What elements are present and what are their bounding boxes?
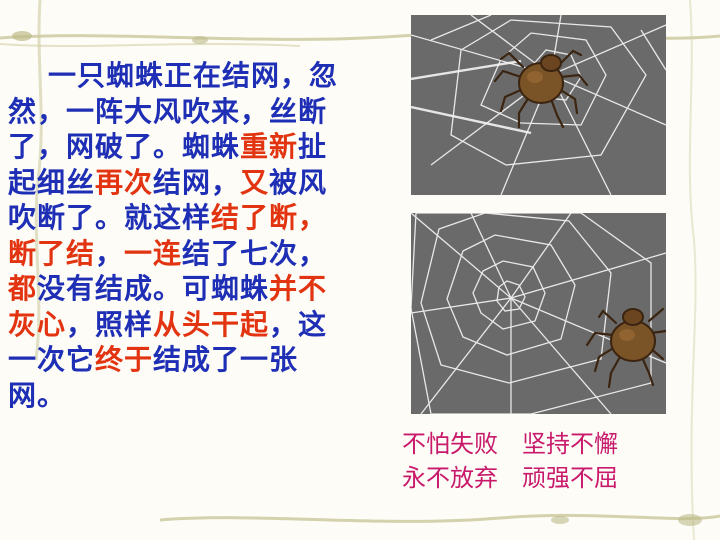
spider-web-icon — [411, 15, 666, 195]
motto-line-2: 永不放弃 顽强不屈 — [402, 464, 618, 492]
motto-line-1: 不怕失败 坚持不懈 — [402, 430, 618, 458]
story-text: 没有结成。可蜘蛛 — [37, 272, 270, 305]
broken-web-picture — [411, 15, 666, 195]
highlighted-phrase: 再次 — [95, 165, 154, 199]
story-paragraph: 一只蜘蛛正在结网，忽然，一阵大风吹来，丝断了，网破了。蜘蛛重新扯起细丝再次结网，… — [8, 58, 343, 413]
highlighted-phrase: 一连 — [124, 236, 183, 270]
finished-web-picture — [411, 213, 666, 414]
story-text: ，照样 — [66, 307, 154, 341]
highlighted-phrase: 从头干起 — [153, 307, 270, 341]
highlighted-phrase: 终于 — [95, 343, 154, 376]
spider-web-icon — [411, 213, 666, 414]
story-text: 结了七次， — [182, 236, 328, 270]
highlighted-phrase: 重新 — [240, 130, 299, 163]
spider-icon — [585, 307, 666, 389]
story-text: ， — [95, 236, 125, 270]
highlighted-phrase: 都 — [8, 272, 38, 305]
highlighted-phrase: 又 — [240, 165, 270, 199]
story-text: 结网， — [153, 165, 241, 199]
